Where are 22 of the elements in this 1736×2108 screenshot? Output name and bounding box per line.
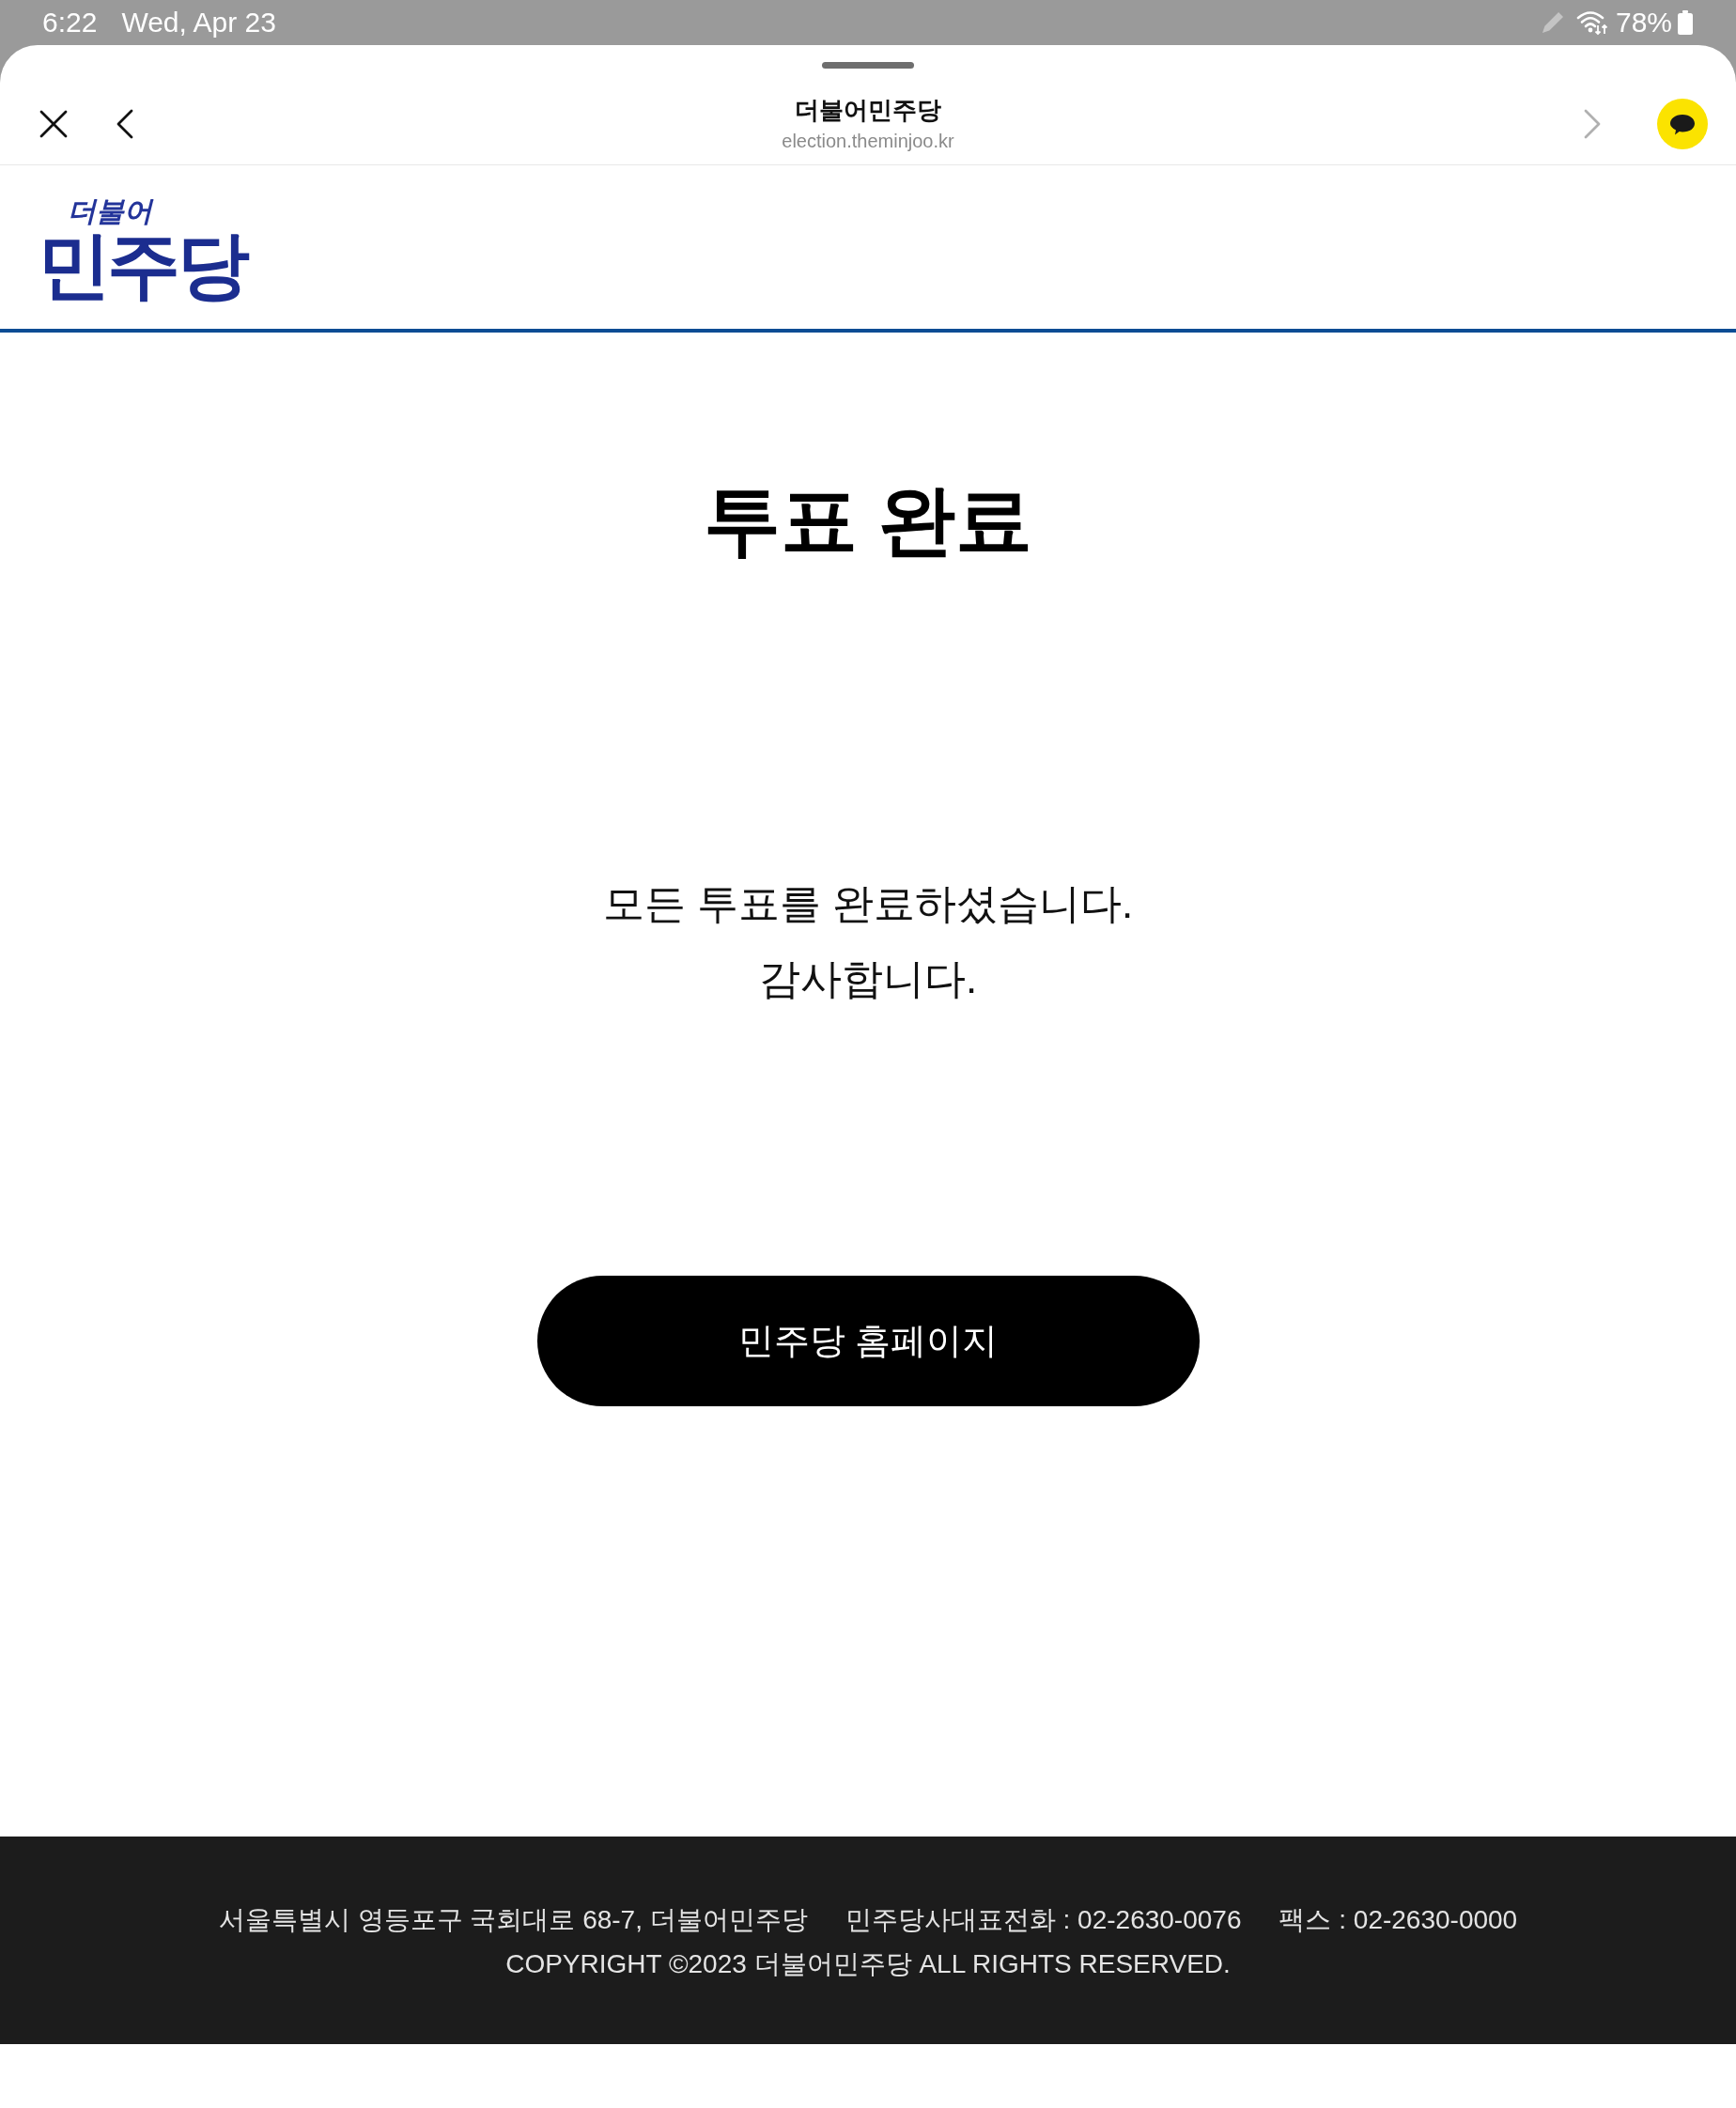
copyright-text: COPYRIGHT ©2023 더불어민주당 ALL RIGHTS RESERVED. <box>505 1948 1231 1980</box>
wifi-icon <box>1575 9 1608 36</box>
message-text: 모든 투표를 완료하셨습니다. <box>602 879 1134 928</box>
close-icon[interactable] <box>39 109 68 138</box>
logo-script-text: 더불어 <box>68 195 152 227</box>
homepage-button[interactable]: 민주당 홈페이지 <box>536 1276 1200 1406</box>
logo-wordmark: 민주당 <box>38 227 246 302</box>
status-time: 6:22 <box>42 7 98 39</box>
message-text: 감사합니다. <box>758 954 978 1003</box>
page-url: election.theminjoo.kr <box>782 129 954 153</box>
drag-handle[interactable] <box>822 62 914 69</box>
page-heading: 투표 완료 <box>703 476 1033 565</box>
battery-percent: 78% <box>1615 7 1672 39</box>
back-icon[interactable] <box>116 108 133 139</box>
footer-info-text: 서울특별시 영등포구 국회대로 68-7, 더불어민주당 <box>218 1904 808 1936</box>
footer-info-text: 팩스 : 02-2630-0000 <box>1279 1904 1518 1936</box>
battery-icon <box>1678 10 1693 35</box>
footer-info-text: 민주당사대표전화 : 02-2630-0076 <box>845 1904 1242 1936</box>
status-date: Wed, Apr 23 <box>121 7 276 39</box>
page-title: 더불어민주당 <box>795 94 941 125</box>
chat-bubble-icon[interactable] <box>1657 98 1708 149</box>
pencil-icon <box>1542 12 1563 33</box>
